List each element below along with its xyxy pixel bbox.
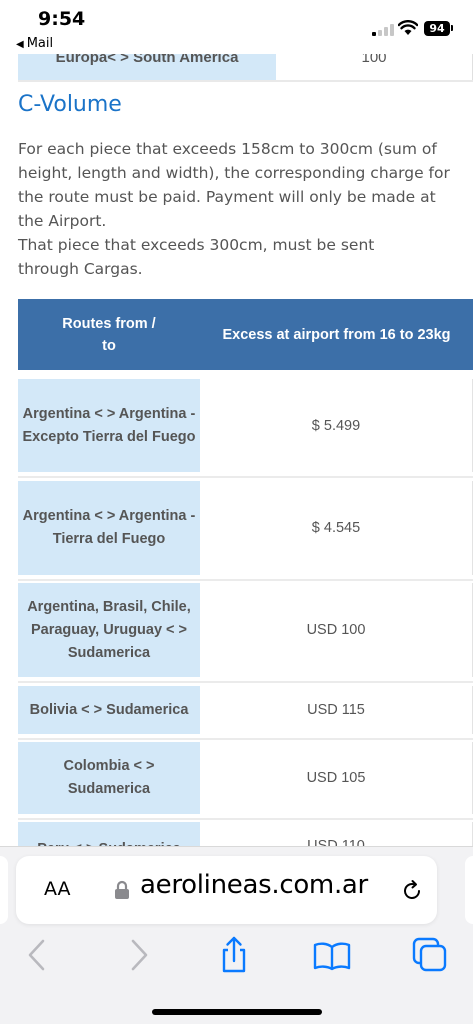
- bookmarks-icon[interactable]: [312, 935, 352, 975]
- forward-arrow-icon[interactable]: [118, 935, 158, 975]
- lock-icon: [115, 880, 129, 899]
- address-bar[interactable]: AA aerolineas.com.ar: [16, 856, 437, 924]
- route-cell: Argentina < > Argentina - Tierra del Fue…: [18, 481, 200, 575]
- excess-cell: $ 5.499: [200, 379, 473, 472]
- excess-cell: USD 100: [200, 583, 473, 677]
- back-arrow-icon[interactable]: [18, 935, 58, 975]
- route-cell: Bolivia < > Sudamerica: [18, 686, 200, 734]
- battery-icon: 94: [424, 21, 450, 36]
- header-excess: Excess at airport from 16 to 23kg: [222, 326, 451, 343]
- description-paragraph: That piece that exceeds 300cm, must be s…: [18, 236, 375, 278]
- row-divider: [18, 80, 473, 82]
- table-row: Argentina, Brasil, Chile, Paraguay, Urug…: [18, 583, 473, 683]
- back-to-mail-link[interactable]: ◀ Mail: [16, 36, 53, 51]
- excess-cell: USD 105: [200, 742, 473, 814]
- reload-icon[interactable]: [400, 879, 424, 903]
- row-divider: [18, 579, 473, 581]
- table-header: Routes from / to Excess at airport from …: [18, 299, 473, 370]
- home-indicator[interactable]: [152, 1009, 322, 1015]
- status-bar: 9:54 ◀ Mail 94: [0, 0, 473, 54]
- route-cell: Argentina, Brasil, Chile, Paraguay, Urug…: [18, 583, 200, 677]
- row-divider: [18, 818, 473, 820]
- previous-tab-peek[interactable]: [0, 856, 8, 924]
- table-row: Argentina < > Argentina - Tierra del Fue…: [18, 481, 473, 581]
- browser-toolbar: AA aerolineas.com.ar: [0, 846, 473, 1024]
- url-text[interactable]: aerolineas.com.ar: [140, 870, 368, 900]
- route-cell: Colombia < > Sudamerica: [18, 742, 200, 814]
- header-routes: Routes from / to: [62, 315, 156, 354]
- reader-options-button[interactable]: AA: [44, 878, 71, 900]
- share-icon[interactable]: [214, 935, 254, 975]
- section-title: C-Volume: [18, 92, 122, 117]
- row-divider: [18, 476, 473, 478]
- row-divider: [18, 681, 473, 683]
- description-paragraph: For each piece that exceeds 158cm to 300…: [18, 140, 450, 230]
- back-app-label: Mail: [26, 36, 54, 51]
- excess-cell: $ 4.545: [200, 481, 473, 575]
- cellular-signal-icon: [372, 24, 394, 36]
- battery-tip: [451, 25, 453, 31]
- table-row: Colombia < > Sudamerica USD 105: [18, 742, 473, 820]
- table-row: Argentina < > Argentina - Excepto Tierra…: [18, 379, 473, 478]
- excess-cell: USD 115: [200, 686, 473, 734]
- table-row: Bolivia < > Sudamerica USD 115: [18, 686, 473, 740]
- tabs-icon[interactable]: [410, 935, 450, 975]
- status-time: 9:54: [38, 8, 86, 30]
- row-divider: [18, 738, 473, 740]
- next-tab-peek[interactable]: [465, 856, 473, 924]
- back-triangle-icon: ◀: [16, 39, 24, 50]
- route-cell: Argentina < > Argentina - Excepto Tierra…: [18, 379, 200, 472]
- wifi-icon: [398, 20, 418, 35]
- section-description: For each piece that exceeds 158cm to 300…: [18, 137, 463, 281]
